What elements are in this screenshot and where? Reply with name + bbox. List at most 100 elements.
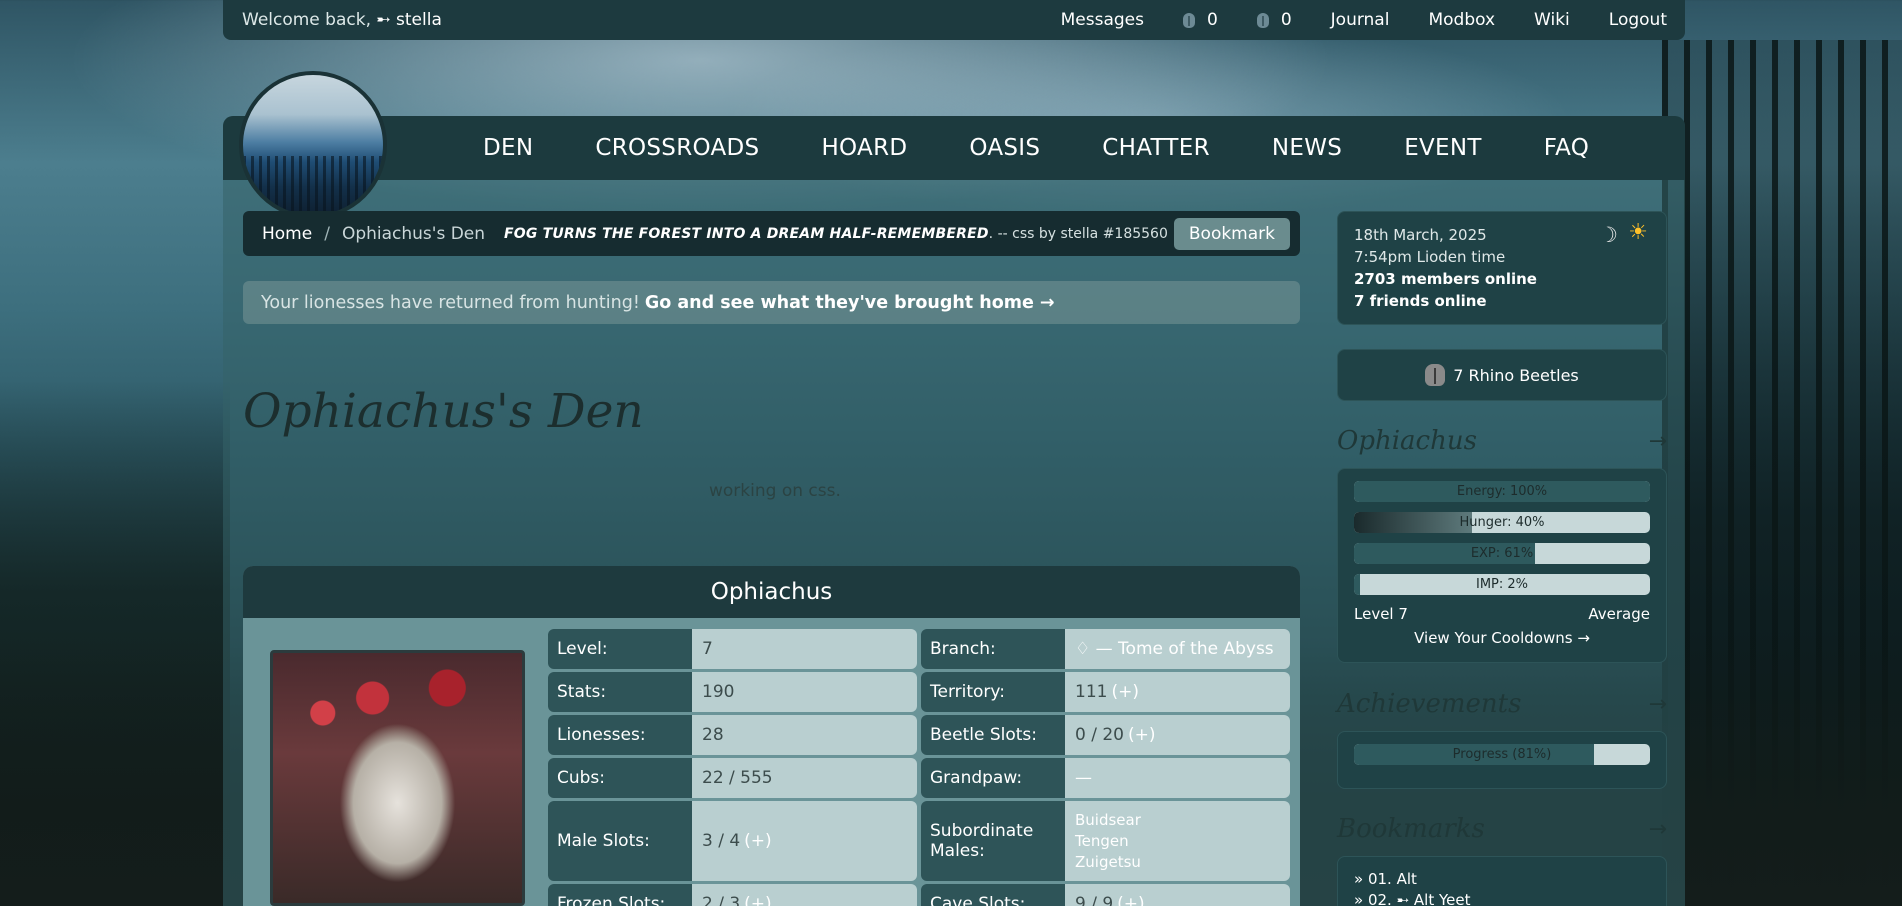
arrow-right-icon[interactable]: → (1649, 817, 1667, 842)
page-title: Ophiachus's Den (243, 384, 644, 439)
exp-bar: EXP: 61% (1354, 543, 1650, 564)
time-info-box: 18th March, 2025 7:54pm Lioden time 2703… (1337, 211, 1667, 325)
achievements-title: Achievements (1337, 689, 1522, 719)
username-link[interactable]: ➸ stella (376, 10, 442, 30)
branch-link[interactable]: ♢ — Tome of the Abyss (1075, 639, 1274, 659)
stat-value: 28 (692, 715, 917, 755)
energy-bar: Energy: 100% (1354, 481, 1650, 502)
lion-profile-card: Ophiachus Level: 7 Branch: ♢ — Tome of the… (243, 566, 1300, 906)
nav-item-news[interactable]: NEWS (1272, 135, 1342, 161)
imp-bar-label: IMP: 2% (1475, 577, 1529, 592)
lion-portrait-image[interactable] (270, 650, 525, 906)
moon-icon: ☽ (1599, 223, 1618, 247)
stat-key: Male Slots: (548, 801, 692, 881)
stat-row: Lionesses: 28 Beetle Slots: 0 / 20 (+) (548, 715, 1290, 755)
stat-value: 190 (692, 672, 917, 712)
members-online-link[interactable]: 2703 members online (1354, 268, 1650, 290)
add-cave-slot-button[interactable]: (+) (1117, 894, 1145, 906)
arrow-right-icon[interactable]: → (1649, 429, 1667, 454)
beetles-count: 7 Rhino Beetles (1453, 365, 1579, 385)
stat-key: Cubs: (548, 758, 692, 798)
nav-item-chatter[interactable]: CHATTER (1102, 135, 1210, 161)
modbox-link[interactable]: Modbox (1428, 10, 1495, 30)
beetles-b-link[interactable]: 0 (1256, 10, 1292, 30)
top-links: Messages 0 0 Journal Modbox Wiki Logout (1061, 10, 1667, 30)
rank-text: Average (1588, 605, 1650, 623)
stat-value-text: 0 / 20 (1075, 725, 1124, 745)
nav-item-faq[interactable]: FAQ (1544, 135, 1589, 161)
stat-value-text: 9 / 9 (1075, 894, 1114, 906)
sun-icon: ☀ (1628, 220, 1648, 245)
achievement-progress-label: Progress (81%) (1452, 747, 1552, 762)
subordinate-male-link[interactable]: Tengen (1075, 831, 1129, 852)
stat-row: Stats: 190 Territory: 111 (+) (548, 672, 1290, 712)
stat-cell-frozen-slots: Frozen Slots: 2 / 3 (+) (548, 884, 917, 906)
stat-key: Subordinate Males: (921, 801, 1065, 881)
add-territory-button[interactable]: (+) (1111, 682, 1139, 702)
stat-value: 9 / 9 (+) (1065, 884, 1290, 906)
bookmark-link[interactable]: » 02. ➸ Alt Yeet (1354, 890, 1650, 906)
journal-link[interactable]: Journal (1331, 10, 1390, 30)
stat-key: Territory: (921, 672, 1065, 712)
hunger-bar-label: Hunger: 40% (1459, 515, 1545, 530)
stat-cell-stats: Stats: 190 (548, 672, 917, 712)
add-frozen-slot-button[interactable]: (+) (744, 894, 772, 906)
hunger-bar: Hunger: 40% (1354, 512, 1650, 533)
wiki-link[interactable]: Wiki (1534, 10, 1570, 30)
stat-value: 0 / 20 (+) (1065, 715, 1290, 755)
nav-item-hoard[interactable]: HOARD (821, 135, 907, 161)
nav-item-den[interactable]: DEN (483, 135, 533, 161)
achievements-heading[interactable]: Achievements → (1337, 689, 1667, 719)
notice-text: Your lionesses have returned from huntin… (261, 292, 640, 313)
stat-value: 111 (+) (1065, 672, 1290, 712)
achievement-progress-bar: Progress (81%) (1354, 744, 1650, 765)
add-beetle-slot-button[interactable]: (+) (1128, 725, 1156, 745)
messages-label: Messages (1060, 10, 1144, 30)
stat-key: Frozen Slots: (548, 884, 692, 906)
stat-cell-level: Level: 7 (548, 629, 917, 669)
breadcrumb-home[interactable]: Home (262, 224, 312, 244)
logout-link[interactable]: Logout (1609, 10, 1667, 30)
stat-cell-subordinate-males: Subordinate Males: Buidsear Tengen Zuigetsu (921, 801, 1290, 881)
stat-cell-territory: Territory: 111 (+) (921, 672, 1290, 712)
subordinate-male-link[interactable]: Buidsear (1075, 810, 1141, 831)
nav-item-crossroads[interactable]: CROSSROADS (595, 135, 759, 161)
lion-heading[interactable]: Ophiachus → (1337, 426, 1667, 456)
bookmark-button[interactable]: Bookmark (1173, 217, 1290, 250)
breadcrumb: Home / Ophiachus's Den FOG TURNS THE FOR… (243, 211, 1300, 256)
nav-item-oasis[interactable]: OASIS (969, 135, 1040, 161)
stat-key: Branch: (921, 629, 1065, 669)
messages-link[interactable]: Messages (1061, 10, 1144, 30)
breadcrumb-separator: / (324, 223, 330, 244)
den-description: working on css. (709, 481, 841, 501)
bookmarks-title: Bookmarks (1337, 814, 1485, 844)
subordinate-male-link[interactable]: Zuigetsu (1075, 852, 1141, 873)
stat-value: ♢ — Tome of the Abyss (1065, 629, 1290, 669)
friends-online-link[interactable]: 7 friends online (1354, 290, 1650, 312)
subordinate-males-list: Buidsear Tengen Zuigetsu (1065, 801, 1290, 881)
breadcrumb-current: Ophiachus's Den (341, 223, 486, 244)
beetle-icon (1183, 12, 1195, 28)
beetles-a-link[interactable]: 0 (1183, 10, 1218, 30)
hunting-notice: Your lionesses have returned from huntin… (243, 281, 1300, 324)
logout-label: Logout (1608, 10, 1667, 30)
beetles-box[interactable]: 7 Rhino Beetles (1337, 349, 1667, 401)
nav-item-event[interactable]: EVENT (1404, 135, 1482, 161)
arrow-right-icon[interactable]: → (1649, 692, 1667, 717)
add-male-slot-button[interactable]: (+) (744, 831, 772, 851)
journal-label: Journal (1330, 10, 1390, 30)
site-logo[interactable] (239, 71, 387, 219)
notice-link[interactable]: Go and see what they've brought home → (645, 293, 1055, 313)
welcome-prefix: Welcome back, (242, 10, 371, 30)
bookmarks-heading[interactable]: Bookmarks → (1337, 814, 1667, 844)
bookmark-link[interactable]: » 01. Alt (1354, 869, 1650, 890)
stat-cell-branch: Branch: ♢ — Tome of the Abyss (921, 629, 1290, 669)
stat-cell-male-slots: Male Slots: 3 / 4 (+) (548, 801, 917, 881)
bookmarks-box: » 01. Alt » 02. ➸ Alt Yeet (1337, 856, 1667, 906)
energy-bar-label: Energy: 100% (1456, 484, 1548, 499)
stat-value: 7 (692, 629, 917, 669)
imp-bar: IMP: 2% (1354, 574, 1650, 595)
stat-row: Cubs: 22 / 555 Grandpaw: — (548, 758, 1290, 798)
den-motto-bold: FOG TURNS THE FOREST INTO A DREAM HALF-R… (503, 225, 989, 242)
view-cooldowns-link[interactable]: View Your Cooldowns → (1354, 629, 1650, 647)
